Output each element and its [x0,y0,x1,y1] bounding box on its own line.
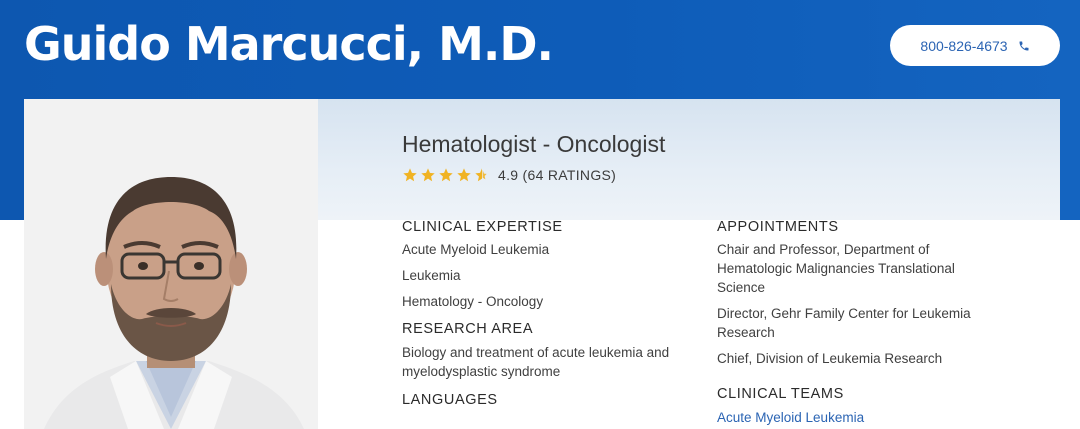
clinical-teams-heading: CLINICAL TEAMS [717,386,844,402]
star-icon [403,168,417,182]
star-rating [402,167,490,183]
right-info-column: APPOINTMENTS Chair and Professor, Depart… [717,219,997,427]
star-icon [457,168,471,182]
research-area-heading: RESEARCH AREA [402,321,534,337]
appointment-item: Chair and Professor, Department of Hemat… [717,242,955,295]
half-star-icon [475,168,487,182]
appointment-item: Director, Gehr Family Center for Leukemi… [717,306,971,340]
doctor-photo [24,99,318,429]
left-info-column: CLINICAL EXPERTISE Acute Myeloid Leukemi… [402,219,692,408]
research-area-text: Biology and treatment of acute leukemia … [402,345,670,379]
appointment-item: Chief, Division of Leukemia Research [717,351,943,366]
clinical-expertise-heading: CLINICAL EXPERTISE [402,219,563,235]
rating-text: 4.9 (64 RATINGS) [498,167,617,183]
expertise-item: Leukemia [402,268,461,283]
languages-heading: LANGUAGES [402,392,498,408]
doctor-name: Guido Marcucci, M.D. [24,17,554,71]
phone-button[interactable]: 800-826-4673 [890,25,1060,66]
phone-number: 800-826-4673 [920,37,1008,54]
card-header-band [318,99,1060,220]
rating-summary[interactable]: 4.9 (64 RATINGS) [402,165,616,185]
phone-icon [1018,40,1030,52]
star-icon [439,168,453,182]
expertise-item: Acute Myeloid Leukemia [402,242,550,257]
star-icon [421,168,435,182]
specialty-title: Hematologist - Oncologist [402,131,666,157]
appointments-heading: APPOINTMENTS [717,219,839,235]
expertise-item: Hematology - Oncology [402,294,544,309]
